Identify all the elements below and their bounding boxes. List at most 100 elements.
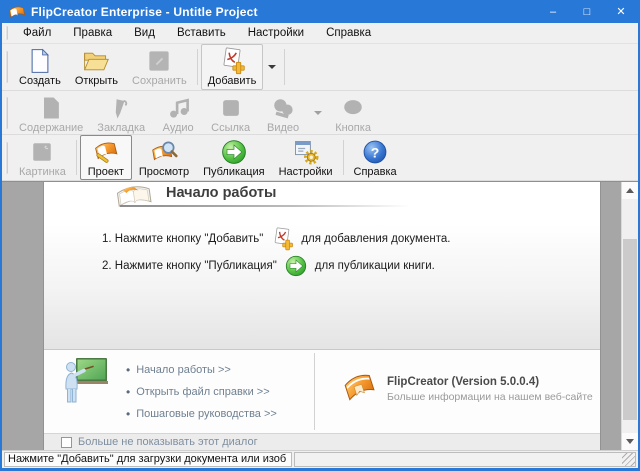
- contents-icon: [36, 94, 66, 122]
- create-label: Создать: [19, 75, 61, 87]
- scrollbar-thumb[interactable]: [623, 239, 637, 420]
- scroll-up-button[interactable]: [622, 182, 638, 199]
- project-label: Проект: [88, 166, 124, 178]
- close-button[interactable]: ✕: [604, 0, 638, 23]
- create-button[interactable]: Создать: [12, 44, 68, 90]
- status-message: Нажмите "Добавить" для загрузки документ…: [4, 452, 292, 467]
- flipcreator-book-icon: [341, 371, 379, 411]
- toolbar-separator: [197, 49, 198, 85]
- toolbar-views: Картинка Проект Просмотр: [2, 135, 638, 181]
- publish-label: Публикация: [203, 166, 264, 178]
- open-label: Открыть: [75, 75, 118, 87]
- maximize-button[interactable]: □: [570, 0, 604, 23]
- picture-label: Картинка: [19, 166, 66, 178]
- add-dropdown-arrow-icon[interactable]: [268, 65, 276, 69]
- toolbar-grip[interactable]: [5, 142, 8, 174]
- add-pdf-icon: [269, 227, 295, 251]
- steps-list: 1. Нажмите кнопку "Добавить" для добавле…: [102, 225, 450, 279]
- menu-help[interactable]: Справка: [315, 23, 382, 43]
- project-button[interactable]: Проект: [80, 135, 132, 180]
- add-pdf-icon: [217, 47, 247, 75]
- getting-started-section: Начало работы 1. Нажмите кнопку "Добавит…: [44, 182, 600, 350]
- menu-edit[interactable]: Правка: [62, 23, 123, 43]
- open-folder-icon: [81, 47, 111, 75]
- preview-label: Просмотр: [139, 166, 189, 178]
- settings-button[interactable]: Настройки: [272, 135, 340, 180]
- help-button[interactable]: ? Справка: [347, 135, 404, 180]
- menu-view[interactable]: Вид: [123, 23, 166, 43]
- menu-bar: Файл Правка Вид Вставить Настройки Справ…: [2, 23, 638, 44]
- link-getting-started[interactable]: • Начало работы >>: [126, 359, 277, 381]
- menubar-grip[interactable]: [5, 26, 8, 40]
- link-label: Начало работы >>: [136, 364, 231, 376]
- link-step-guides[interactable]: • Пошаговые руководства >>: [126, 403, 277, 425]
- video-icon: [268, 94, 298, 122]
- button-icon: [338, 94, 368, 122]
- add-button[interactable]: Добавить: [201, 44, 264, 90]
- bullet-icon: •: [126, 385, 130, 399]
- video-label: Видео: [267, 122, 299, 134]
- toolbar-main: Создать Открыть Сохранить Добавить: [2, 44, 638, 91]
- svg-text:?: ?: [371, 144, 380, 160]
- section-title: Начало работы: [166, 185, 276, 201]
- toolbar-grip[interactable]: [5, 97, 8, 129]
- toolbar-grip[interactable]: [5, 51, 8, 83]
- bookmark-label: Закладка: [97, 122, 145, 134]
- save-button[interactable]: Сохранить: [125, 44, 194, 90]
- add-label: Добавить: [208, 75, 257, 87]
- links-column: • Начало работы >> • Открыть файл справк…: [44, 350, 314, 433]
- picture-button[interactable]: Картинка: [12, 135, 73, 180]
- audio-label: Аудио: [163, 122, 194, 134]
- toolbar-separator: [284, 49, 285, 85]
- video-button[interactable]: Видео: [257, 91, 309, 134]
- publish-button[interactable]: Публикация: [196, 135, 271, 180]
- help-question-icon: ?: [360, 138, 390, 166]
- chevron-down-icon: [626, 439, 634, 444]
- preview-button[interactable]: Просмотр: [132, 135, 196, 180]
- about-subtitle[interactable]: Больше информации на нашем веб-сайте: [387, 391, 593, 403]
- scroll-down-button[interactable]: [622, 433, 638, 450]
- picture-icon: [27, 138, 57, 166]
- title-bar[interactable]: FlipCreator Enterprise - Untitle Project…: [2, 0, 638, 23]
- step-text: для публикации книги.: [315, 260, 435, 272]
- project-book-icon: [91, 138, 121, 166]
- minimize-button[interactable]: –: [536, 0, 570, 23]
- button-button[interactable]: Кнопка: [327, 91, 379, 134]
- link-button[interactable]: Ссылка: [204, 91, 257, 134]
- status-bar: Нажмите "Добавить" для загрузки документ…: [2, 450, 638, 468]
- dont-show-checkbox[interactable]: [61, 437, 72, 448]
- about-title: FlipCreator (Version 5.0.0.4): [387, 376, 593, 388]
- settings-label: Настройки: [279, 166, 333, 178]
- link-icon: [216, 94, 246, 122]
- status-spacer: [294, 452, 636, 467]
- button-label: Кнопка: [335, 122, 371, 134]
- resize-grip-icon[interactable]: [622, 453, 635, 466]
- step-text: для добавления документа.: [301, 233, 450, 245]
- save-label: Сохранить: [132, 75, 187, 87]
- step-text: 1. Нажмите кнопку "Добавить": [102, 233, 263, 245]
- bookmark-button[interactable]: Закладка: [90, 91, 152, 134]
- links-list: • Начало работы >> • Открыть файл справк…: [126, 359, 277, 425]
- publish-arrow-icon: [219, 138, 249, 166]
- video-dropdown-arrow-icon[interactable]: [314, 111, 322, 115]
- menu-file[interactable]: Файл: [12, 23, 62, 43]
- open-button[interactable]: Открыть: [68, 44, 125, 90]
- help-label: Справка: [354, 166, 397, 178]
- help-links-section: • Начало работы >> • Открыть файл справк…: [44, 350, 600, 433]
- bullet-icon: •: [126, 407, 130, 421]
- app-window: FlipCreator Enterprise - Untitle Project…: [0, 0, 640, 471]
- link-label: Открыть файл справки >>: [136, 386, 269, 398]
- preview-book-icon: [149, 138, 179, 166]
- about-text: FlipCreator (Version 5.0.0.4) Больше инф…: [387, 376, 593, 403]
- teacher-board-icon: [61, 355, 109, 409]
- publish-arrow-icon: [283, 254, 309, 278]
- menu-settings[interactable]: Настройки: [237, 23, 315, 43]
- contents-button[interactable]: Содержание: [12, 91, 90, 134]
- vertical-scrollbar[interactable]: [621, 182, 638, 450]
- bullet-icon: •: [126, 363, 130, 377]
- menu-insert[interactable]: Вставить: [166, 23, 237, 43]
- audio-button[interactable]: Аудио: [152, 91, 204, 134]
- dont-show-row: Больше не показывать этот диалог: [44, 433, 600, 450]
- step-text: 2. Нажмите кнопку "Публикация": [102, 260, 277, 272]
- link-open-help-file[interactable]: • Открыть файл справки >>: [126, 381, 277, 403]
